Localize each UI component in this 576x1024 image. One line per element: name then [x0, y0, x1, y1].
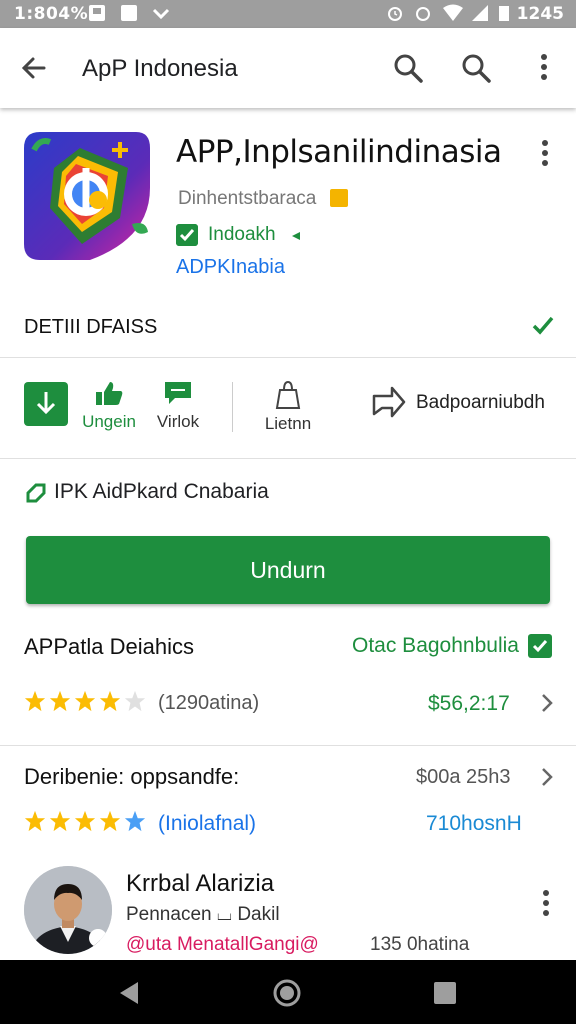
details-label[interactable]: DETIII DFAISS [24, 316, 157, 339]
review-blue-value[interactable]: 710hosnH [426, 812, 522, 836]
price-text: $56,2:17 [428, 692, 510, 715]
review-stars [24, 810, 149, 834]
rating-section-title: APPatla Deiahics [24, 634, 194, 659]
promo-text: IPK AidPkard Cnabaria [54, 480, 269, 503]
reviewer-avatar[interactable] [24, 866, 112, 954]
check-box-icon [528, 634, 552, 658]
signal-icon [472, 5, 488, 21]
tag-icon [26, 483, 46, 503]
install-button[interactable]: Undurn [26, 536, 550, 604]
status-time-left: 1:804% [14, 4, 89, 24]
download-action-button[interactable] [24, 382, 68, 426]
gallery-notification-icon [89, 5, 105, 21]
clock-icon [416, 7, 430, 21]
thumbs-up-icon [96, 382, 123, 405]
share-action-label[interactable]: Badpoarniubdh [416, 392, 545, 414]
app-logo-icon [24, 132, 150, 260]
star-icon [99, 690, 121, 712]
app-name: APP,Inplsanilindinasia [176, 134, 502, 170]
share-icon[interactable] [370, 384, 406, 420]
action-virlok-label: Virlok [156, 412, 200, 431]
rating-count: (1290atina) [158, 692, 260, 714]
alarm-icon [388, 7, 402, 21]
action-lietnn[interactable]: Lietnn [256, 380, 320, 434]
divider [0, 745, 576, 746]
action-ungein-label: Ungein [82, 412, 136, 431]
verified-check-icon [176, 224, 198, 246]
app-more-icon[interactable] [540, 140, 550, 170]
person-avatar-icon [24, 866, 112, 954]
chevron-notification-icon [152, 8, 170, 20]
nav-back-icon[interactable] [116, 980, 142, 1006]
action-virlok[interactable]: Virlok [146, 380, 210, 432]
search-icon-secondary[interactable] [458, 50, 494, 86]
battery-icon [499, 6, 509, 21]
developer-name[interactable]: Dinhentstbaraca [178, 188, 316, 210]
star-icon [49, 690, 71, 712]
apk-link[interactable]: ADPKInabia [176, 256, 285, 279]
chat-icon [165, 382, 191, 404]
star-blue-icon [124, 810, 146, 832]
back-arrow-icon[interactable] [16, 50, 52, 86]
rating-section-link[interactable]: Otac Bagohnbulia [352, 634, 519, 658]
toolbar-title: ApP Indonesia [82, 55, 238, 82]
actions-separator [232, 382, 233, 432]
action-ungein[interactable]: Ungein [78, 380, 140, 432]
star-icon [24, 690, 46, 712]
status-bar: 1:804% 1245 [0, 0, 576, 28]
app-toolbar: ApP Indonesia [0, 28, 576, 108]
star-empty-icon [124, 690, 146, 712]
details-check-icon [532, 316, 554, 335]
system-nav-bar [0, 960, 576, 1024]
divider [0, 357, 576, 358]
reviewer-tag[interactable]: @uta MenatallGangi@ [126, 934, 319, 956]
square-notification-icon [121, 5, 137, 21]
reviewer-name: Krrbal Alarizia [126, 870, 275, 897]
verified-label: Indoakh [208, 224, 276, 245]
review-section-title: Deribenie: oppsandfe: [24, 764, 240, 789]
bag-icon [275, 380, 301, 409]
review-more-icon[interactable] [541, 890, 551, 920]
star-icon [74, 690, 96, 712]
more-vert-icon[interactable] [539, 54, 549, 84]
review-count: (Iniolafnal) [158, 812, 257, 835]
reviewer-count: 135 0hatina [370, 934, 470, 955]
verified-arrow-icon [292, 232, 300, 240]
developer-badge-icon [330, 189, 348, 207]
search-icon[interactable] [390, 50, 426, 86]
rating-stars [24, 690, 149, 714]
divider [0, 458, 576, 459]
reviewer-subtitle: Pennacen ⌴ Dakil [126, 904, 280, 925]
chevron-right-icon[interactable] [540, 766, 554, 788]
nav-recents-icon[interactable] [432, 980, 458, 1006]
star-icon [99, 810, 121, 832]
star-icon [24, 810, 46, 832]
chevron-right-icon[interactable] [540, 692, 554, 714]
action-lietnn-label: Lietnn [264, 414, 312, 433]
status-time-right: 1245 [516, 4, 564, 24]
star-icon [74, 810, 96, 832]
wifi-icon [443, 4, 463, 21]
download-icon [36, 392, 56, 415]
star-icon [49, 810, 71, 832]
review-section-value: $00a 25h3 [416, 766, 511, 788]
nav-home-icon[interactable] [272, 978, 302, 1008]
